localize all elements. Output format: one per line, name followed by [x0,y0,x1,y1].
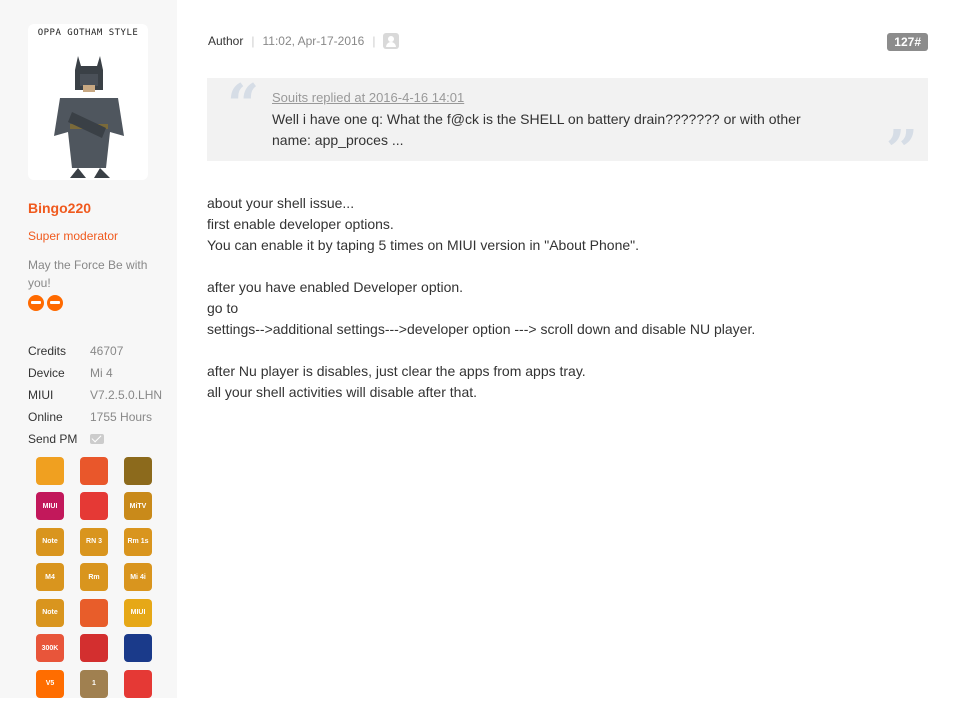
m4-phone-medal-icon: M4 [36,563,64,592]
medal[interactable]: MIUI [116,595,160,631]
medal[interactable] [72,489,116,525]
user-sidebar: OPPA GOTHAM STYLE Bingo220 Super moderat… [0,0,177,698]
medal[interactable] [116,453,160,489]
medal[interactable] [72,453,116,489]
username-link[interactable]: Bingo220 [28,200,91,216]
open-quote-icon: “ [227,72,260,138]
floor-number-badge[interactable]: 127# [887,33,928,51]
separator: | [372,34,376,48]
heart-medal-icon [80,598,108,627]
medal[interactable]: MiTV [116,489,160,525]
medal[interactable]: Rm 1s [116,524,160,560]
stat-device: Device Mi 4 [28,362,162,384]
star-medal-icon [124,456,152,485]
post-line: first enable developer options. [207,216,394,232]
medal[interactable]: MIUI [28,489,72,525]
medal[interactable]: Rm [72,560,116,596]
user-stats: Credits 46707 Device Mi 4 MIUI V7.2.5.0.… [28,340,162,450]
post-body: about your shell issue... first enable de… [207,193,755,403]
post-line: You can enable it by taping 5 times on M… [207,237,640,253]
post-line [207,256,755,277]
stat-label: Device [28,366,65,380]
moderator-badges [28,295,63,311]
medal[interactable]: Note [28,595,72,631]
medal[interactable]: Mi 4i [116,560,160,596]
user-motto: May the Force Be with you! [28,258,148,290]
ring-medal-icon [80,456,108,485]
wrench-medal-icon [36,456,64,485]
medal[interactable]: M4 [28,560,72,596]
stat-label: Online [28,410,63,424]
medal[interactable] [116,631,160,667]
moderator-badge-icon [28,295,44,311]
stat-value: 46707 [90,344,124,358]
medal[interactable] [72,631,116,667]
medal[interactable]: Note [28,524,72,560]
stat-value: Mi 4 [90,366,113,380]
moderator-badge-icon [47,295,63,311]
rm-phone-medal-icon: Rm [80,563,108,592]
post-line: all your shell activities will disable a… [207,384,478,400]
medal[interactable] [28,453,72,489]
quote-reference-link[interactable]: Souits replied at 2016-4-16 14:01 [272,90,464,105]
mitv-medal-icon: MiTV [124,492,152,521]
post-line: go to [207,300,239,316]
malaysia-flag-medal-icon [124,634,152,663]
post-time: 11:02, Apr-17-2016 [262,34,365,48]
v5-medal-icon: V5 [36,669,64,698]
number-one-medal-icon: 1 [80,669,108,698]
300k-medal-icon: 300K [36,634,64,663]
separator: | [251,34,255,48]
stat-label: Credits [28,344,67,358]
quote-text: Well i have one q: What the f@ck is the … [272,111,801,148]
masks-medal-icon: MIUI [124,598,152,627]
medal[interactable] [116,666,160,702]
close-quote-icon: ” [885,118,918,184]
medal[interactable]: RN 3 [72,524,116,560]
star-burst-medal-icon [80,492,108,521]
post-header: Author | 11:02, Apr-17-2016 | [208,33,400,49]
stat-miui: MIUI V7.2.5.0.LHN [28,384,162,406]
post-line: settings-->additional settings--->develo… [207,321,756,337]
medal[interactable]: 1 [72,666,116,702]
rm1s-phone-medal-icon: Rm 1s [124,527,152,556]
stat-label: MIUI [28,388,54,402]
miui-medal-icon: MIUI [36,492,64,521]
stat-value: V7.2.5.0.LHN [90,388,163,402]
batman-avatar-icon [54,56,124,178]
avatar[interactable]: OPPA GOTHAM STYLE [28,24,148,180]
medal-grid: MIUI MiTV Note RN 3 Rm 1s M4 Rm Mi 4i Note MIUI 30… [28,453,160,702]
author-only-link[interactable]: Author [208,34,243,48]
indonesia-flag-medal-icon [124,669,152,698]
medal[interactable]: 300K [28,631,72,667]
quote-block: “ Souits replied at 2016-4-16 14:01 Well… [207,72,928,184]
post-line [207,340,755,361]
stat-credits: Credits 46707 [28,340,162,362]
mail-icon[interactable] [90,434,104,444]
post-line: after Nu player is disables, just clear … [207,363,586,379]
stat-online: Online 1755 Hours [28,406,162,428]
user-group: Super moderator [28,229,119,243]
user-profile-icon[interactable] [383,33,400,49]
medal[interactable] [72,595,116,631]
mi4i-phone-medal-icon: Mi 4i [124,563,152,592]
medal[interactable]: V5 [28,666,72,702]
stat-value: 1755 Hours [90,410,153,424]
note-phone-medal-icon: Note [36,527,64,556]
note-tablet-medal-icon: Note [36,598,64,627]
rn3-phone-medal-icon: RN 3 [80,527,108,556]
avatar-caption: OPPA GOTHAM STYLE [37,28,139,38]
post-line: about your shell issue... [207,195,355,211]
send-pm-label[interactable]: Send PM [28,432,90,446]
santa-medal-icon [80,634,108,663]
post-line: after you have enabled Developer option. [207,279,464,295]
send-pm-link[interactable]: Send PM [28,428,162,450]
